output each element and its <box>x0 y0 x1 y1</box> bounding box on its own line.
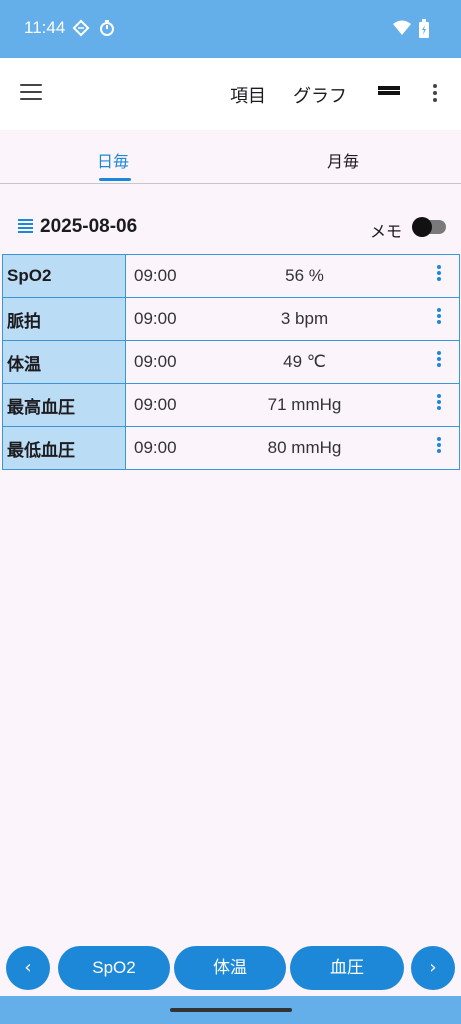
vitals-table: SpO2 09:00 56 % 脈拍 09:00 3 bpm 体温 09:00 … <box>2 254 460 470</box>
tab-bar: 日毎 月毎 <box>0 130 461 184</box>
record-name: 体温 <box>2 340 126 384</box>
tab-daily[interactable]: 日毎 <box>97 148 129 172</box>
record-name: 最高血圧 <box>2 383 126 427</box>
record-value: 49 ℃ <box>190 340 419 384</box>
memo-label: メモ <box>370 222 403 241</box>
table-row[interactable]: 脈拍 09:00 3 bpm <box>2 297 460 341</box>
list-icon[interactable] <box>18 219 33 235</box>
memo-toggle[interactable] <box>412 217 446 237</box>
record-name: 最低血圧 <box>2 426 126 470</box>
home-gesture-handle[interactable] <box>170 1008 292 1012</box>
date-label[interactable]: 2025-08-06 <box>40 216 137 238</box>
timer-icon <box>100 20 114 36</box>
spo2-button[interactable]: SpO2 <box>58 946 170 990</box>
table-row[interactable]: SpO2 09:00 56 % <box>2 254 460 298</box>
next-button[interactable]: › <box>411 946 455 990</box>
blood-pressure-button[interactable]: 血圧 <box>290 946 404 990</box>
temperature-button[interactable]: 体温 <box>174 946 286 990</box>
record-time: 09:00 <box>125 297 190 341</box>
location-diamond-icon <box>72 19 90 37</box>
memo-toggle-thumb <box>412 217 432 237</box>
table-row[interactable]: 最高血圧 09:00 71 mmHg <box>2 383 460 427</box>
items-button[interactable]: 項目 <box>230 82 266 108</box>
record-value: 80 mmHg <box>190 426 419 470</box>
record-name: 脈拍 <box>2 297 126 341</box>
tab-indicator <box>99 178 131 181</box>
status-bar: 11:44 <box>0 0 461 58</box>
row-menu-icon[interactable] <box>437 350 441 369</box>
battery-icon <box>419 19 429 38</box>
record-value: 56 % <box>190 254 419 298</box>
row-menu-icon[interactable] <box>437 393 441 412</box>
graph-button[interactable]: グラフ <box>293 82 347 108</box>
record-name: SpO2 <box>2 254 126 298</box>
record-time: 09:00 <box>125 426 190 470</box>
table-row[interactable]: 最低血圧 09:00 80 mmHg <box>2 426 460 470</box>
row-menu-icon[interactable] <box>437 264 441 283</box>
wifi-icon <box>393 20 411 35</box>
row-menu-icon[interactable] <box>437 436 441 455</box>
record-value: 3 bpm <box>190 297 419 341</box>
record-time: 09:00 <box>125 340 190 384</box>
table-view-icon[interactable] <box>378 86 400 100</box>
record-time: 09:00 <box>125 254 190 298</box>
record-time: 09:00 <box>125 383 190 427</box>
record-value: 71 mmHg <box>190 383 419 427</box>
table-row[interactable]: 体温 09:00 49 ℃ <box>2 340 460 384</box>
tab-monthly[interactable]: 月毎 <box>327 148 359 172</box>
overflow-menu-icon[interactable] <box>433 84 439 104</box>
row-menu-icon[interactable] <box>437 307 441 326</box>
status-time: 11:44 <box>24 18 66 37</box>
prev-button[interactable]: ‹ <box>6 946 50 990</box>
hamburger-menu-icon[interactable] <box>20 84 42 102</box>
